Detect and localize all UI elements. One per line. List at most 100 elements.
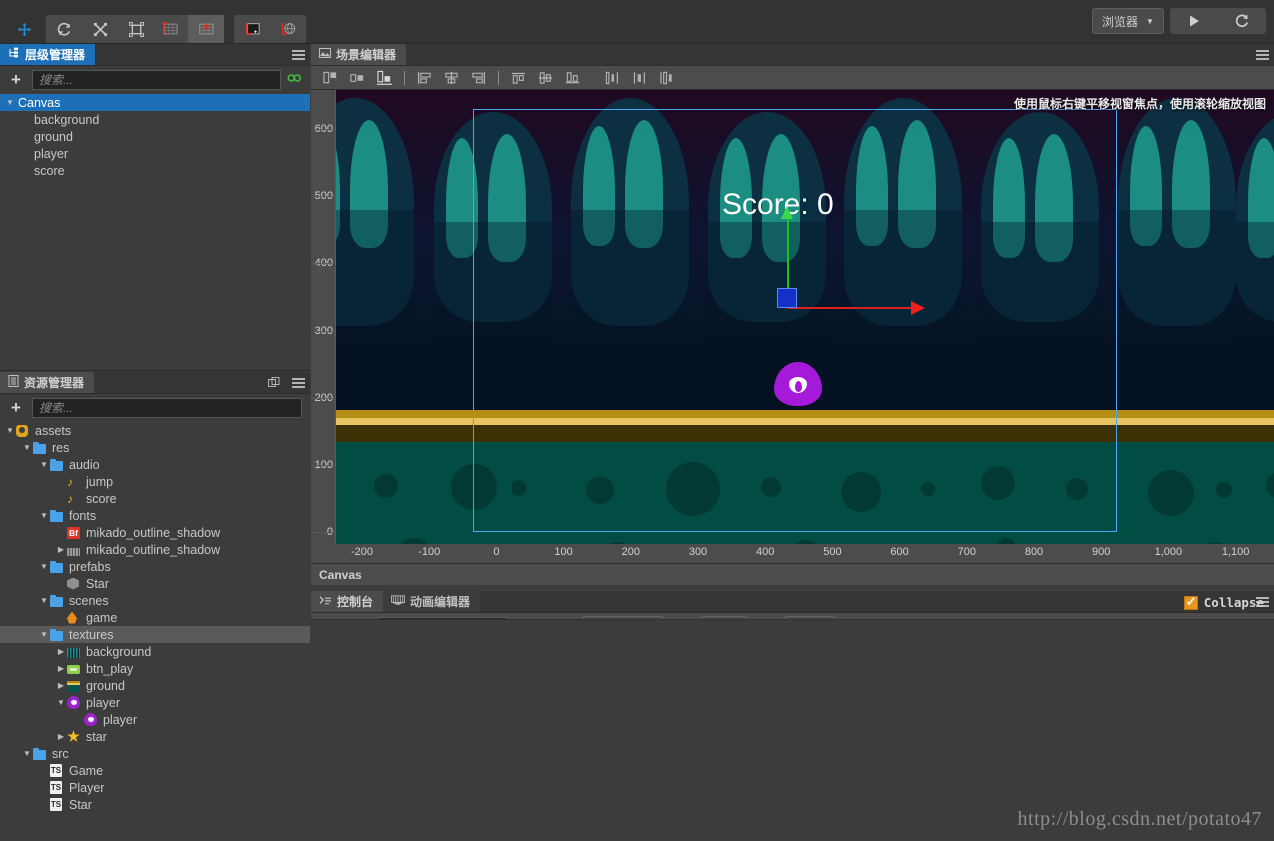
link-icon[interactable] [287, 71, 302, 90]
hierarchy-node-score[interactable]: ▶score [0, 162, 310, 179]
asset-node-star[interactable]: ▶TSStar [0, 796, 310, 813]
gizmo-center-handle[interactable] [777, 288, 797, 308]
scene-menu-button[interactable] [1250, 44, 1274, 65]
asset-node-mikado_outline_shadow[interactable]: ▶Bfmikado_outline_shadow [0, 524, 310, 541]
chevron-down-icon[interactable]: ▼ [38, 561, 50, 573]
assets-duplicate-button[interactable] [262, 372, 286, 393]
align-right-edge-button[interactable] [371, 67, 398, 89]
asset-node-game[interactable]: ▶game [0, 609, 310, 626]
asset-node-res[interactable]: ▼res [0, 439, 310, 456]
align-h-center-button[interactable] [438, 67, 465, 89]
gizmo-x-axis[interactable] [788, 307, 913, 309]
chevron-down-icon[interactable]: ▼ [55, 697, 67, 709]
hierarchy-node-player[interactable]: ▶player [0, 145, 310, 162]
asset-node-player[interactable]: ▼player [0, 694, 310, 711]
ruler-y-line [311, 331, 335, 332]
hierarchy-node-canvas[interactable]: ▼Canvas [0, 94, 310, 111]
asset-node-label: prefabs [69, 560, 111, 574]
align-top-button[interactable] [505, 67, 532, 89]
rotate-tool-button[interactable] [46, 15, 82, 43]
hierarchy-add-button[interactable]: + [6, 70, 26, 90]
play-button[interactable] [1170, 8, 1218, 34]
asset-node-jump[interactable]: ▶♪jump [0, 473, 310, 490]
asset-node-score[interactable]: ▶♪score [0, 490, 310, 507]
chevron-down-icon[interactable]: ▼ [38, 595, 50, 607]
panel-splitter[interactable] [0, 370, 310, 371]
asset-node-src[interactable]: ▼src [0, 745, 310, 762]
pivot-anchor-button[interactable] [152, 15, 188, 43]
chevron-right-icon[interactable]: ▶ [55, 544, 67, 556]
distribute-left-button[interactable] [599, 67, 626, 89]
chevron-right-icon[interactable]: ▶ [55, 646, 67, 658]
asset-node-scenes[interactable]: ▼scenes [0, 592, 310, 609]
align-left-button[interactable] [411, 67, 438, 89]
distribute-right-button[interactable] [653, 67, 680, 89]
gizmo-y-arrow[interactable] [781, 206, 793, 219]
cocos-creator-editor: 浏览器 ▼ 层级管理器 [0, 0, 1274, 841]
asset-node-player[interactable]: ▶player [0, 711, 310, 728]
asset-node-mikado_outline_shadow[interactable]: ▶mikado_outline_shadow [0, 541, 310, 558]
chevron-right-icon[interactable]: ▶ [55, 731, 67, 743]
asset-node-player[interactable]: ▶TSPlayer [0, 779, 310, 796]
preview-target-dropdown[interactable]: 浏览器 ▼ [1092, 8, 1164, 34]
asset-node-star[interactable]: ▶star [0, 728, 310, 745]
asset-node-assets[interactable]: ▼assets [0, 422, 310, 439]
assets-search-input[interactable] [32, 398, 302, 418]
align-v-center-button[interactable] [532, 67, 559, 89]
player-icon [84, 713, 98, 726]
asset-node-ground[interactable]: ▶ground [0, 677, 310, 694]
hierarchy-node-background[interactable]: ▶background [0, 111, 310, 128]
tab-hierarchy[interactable]: 层级管理器 [0, 44, 95, 65]
asset-node-fonts[interactable]: ▼fonts [0, 507, 310, 524]
collapse-checkbox[interactable] [1184, 596, 1198, 610]
refresh-button[interactable] [1218, 8, 1266, 34]
asset-node-label: textures [69, 628, 113, 642]
ground-dot [1216, 482, 1232, 498]
console-output-area[interactable]: http://blog.csdn.net/potato47 [311, 619, 1274, 841]
asset-node-prefabs[interactable]: ▼ prefabs [0, 558, 310, 575]
align-h-center-node-button[interactable] [344, 67, 371, 89]
align-bottom-button[interactable] [559, 67, 586, 89]
folder-icon [50, 509, 64, 522]
hierarchy-menu-button[interactable] [286, 44, 310, 65]
ruler-x-tick: 1,100 [1222, 546, 1250, 558]
chevron-down-icon[interactable]: ▼ [4, 97, 16, 109]
scale-tool-button[interactable] [82, 15, 118, 43]
assets-add-button[interactable]: + [6, 398, 26, 418]
coord-local-button[interactable] [234, 15, 270, 43]
chevron-down-icon[interactable]: ▼ [38, 629, 50, 641]
hierarchy-search-input[interactable] [32, 70, 281, 90]
pivot-center-button[interactable] [188, 15, 224, 43]
tab-assets[interactable]: 资源管理器 [0, 372, 94, 393]
tab-console[interactable]: 控制台 [311, 591, 383, 612]
chevron-down-icon[interactable]: ▼ [38, 510, 50, 522]
asset-node-audio[interactable]: ▼audio [0, 456, 310, 473]
align-right-button[interactable] [465, 67, 492, 89]
scene-canvas[interactable]: 使用鼠标右键平移视窗焦点，使用滚轮缩放视图 Score: 0 [336, 90, 1274, 544]
distribute-h-center-button[interactable] [626, 67, 653, 89]
align-left-edge-button[interactable] [317, 67, 344, 89]
tab-animation-editor[interactable]: 动画编辑器 [383, 591, 480, 612]
rect-tool-button[interactable] [118, 15, 154, 43]
scene-viewport[interactable]: 使用鼠标右键平移视窗焦点，使用滚轮缩放视图 Score: 0 600500 [311, 90, 1274, 563]
asset-node-star[interactable]: ▶Star [0, 575, 310, 592]
asset-node-textures[interactable]: ▼ textures [0, 626, 310, 643]
chevron-down-icon[interactable]: ▼ [38, 459, 50, 471]
chevron-down-icon[interactable]: ▼ [4, 425, 16, 437]
tab-scene-editor[interactable]: 场景编辑器 [311, 44, 406, 65]
asset-node-background[interactable]: ▶background [0, 643, 310, 660]
chevron-right-icon[interactable]: ▶ [55, 680, 67, 692]
asset-node-btn_play[interactable]: ▶btn_play [0, 660, 310, 677]
gizmo-x-arrow[interactable] [911, 301, 925, 315]
chevron-down-icon[interactable]: ▼ [21, 442, 33, 454]
asset-node-game[interactable]: ▶TSGame [0, 762, 310, 779]
move-tool-button[interactable] [6, 15, 42, 43]
chevron-right-icon[interactable]: ▶ [55, 663, 67, 675]
score-label-node[interactable]: Score: 0 [722, 188, 834, 222]
coord-global-button[interactable] [270, 15, 306, 43]
hierarchy-node-ground[interactable]: ▶ground [0, 128, 310, 145]
tab-console-label: 控制台 [337, 593, 373, 610]
chevron-down-icon[interactable]: ▼ [21, 748, 33, 760]
folder-icon [33, 747, 47, 760]
assets-menu-button[interactable] [286, 372, 310, 393]
